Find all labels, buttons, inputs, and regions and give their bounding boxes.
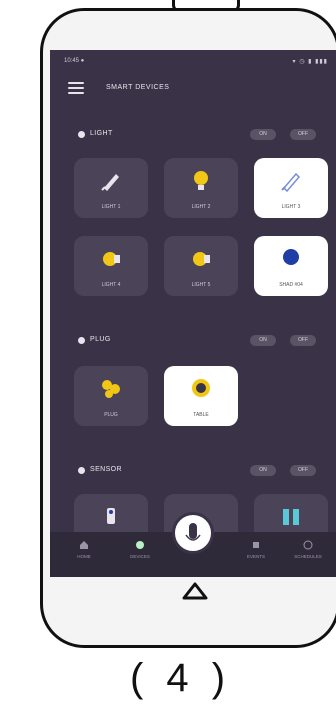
microphone-icon	[185, 523, 201, 541]
light-tile-5[interactable]: LIGHT 5	[164, 236, 238, 296]
nav-label: HOME	[77, 554, 91, 559]
light-tile-3[interactable]: LIGHT 3	[254, 158, 328, 218]
devices-icon	[136, 541, 144, 549]
tile-label: PLUG	[104, 412, 118, 418]
spotlight-icon	[193, 252, 210, 266]
spotlight-icon	[103, 252, 120, 266]
tile-label: LIGHT 5	[191, 282, 211, 288]
bulb-icon	[194, 171, 208, 190]
tile-label: LIGHT 3	[281, 204, 301, 210]
status-time: 10:45 ●	[64, 58, 85, 64]
section-label-plug: PLUG	[90, 336, 111, 343]
sensor-off-button[interactable]: OFF	[290, 465, 316, 476]
light-on-button[interactable]: ON	[250, 129, 276, 140]
tile-label: LIGHT 1	[101, 204, 121, 210]
section-header-light: LIGHT ON OFF	[50, 126, 336, 144]
lamp-icon	[281, 172, 301, 193]
nav-devices[interactable]: DEVICES	[120, 540, 160, 570]
tile-label: TABLE	[193, 412, 209, 418]
plug-off-button[interactable]: OFF	[290, 335, 316, 346]
section-header-sensor: SENSOR ON OFF	[50, 462, 336, 480]
section-header-plug: PLUG ON OFF	[50, 332, 336, 350]
schedule-icon	[303, 540, 313, 550]
light-section-icon	[78, 131, 85, 138]
status-bar: 10:45 ● ▾ ◷ ▮ ▮▮▮	[50, 50, 336, 72]
light-off-button[interactable]: OFF	[290, 129, 316, 140]
nav-events[interactable]: EVENTS	[236, 540, 276, 570]
home-triangle-button[interactable]	[180, 578, 210, 604]
app-title: SMART DEVICES	[106, 84, 170, 91]
light-tile-4[interactable]: LIGHT 4	[74, 236, 148, 296]
plug-on-button[interactable]: ON	[250, 335, 276, 346]
app-header: SMART DEVICES	[50, 74, 336, 104]
nav-schedules[interactable]: SCHEDULES	[288, 540, 328, 570]
tile-label: LIGHT 2	[191, 204, 211, 210]
section-label-light: LIGHT	[90, 130, 113, 137]
phone-screen: 10:45 ● ▾ ◷ ▮ ▮▮▮ SMART DEVICES LIGHT ON…	[50, 50, 336, 577]
nav-label: SCHEDULES	[294, 554, 322, 559]
light-tile-1[interactable]: LIGHT 1	[74, 158, 148, 218]
shade-tile[interactable]: SHAD #04	[254, 236, 328, 296]
plug-section-icon	[78, 337, 85, 344]
home-icon	[80, 541, 88, 549]
sensor-section-icon	[78, 467, 85, 474]
nav-label: DEVICES	[130, 554, 150, 559]
lamp-icon	[101, 174, 119, 191]
status-icons: ▾ ◷ ▮ ▮▮▮	[292, 59, 328, 65]
nav-home[interactable]: HOME	[64, 540, 104, 570]
bottom-nav: HOME DEVICES EVENTS SCHEDULES	[50, 512, 336, 577]
light-tile-2[interactable]: LIGHT 2	[164, 158, 238, 218]
plug-tile-table[interactable]: TABLE	[164, 366, 238, 426]
shade-icon	[283, 249, 299, 265]
menu-icon[interactable]	[68, 82, 84, 94]
tile-label: LIGHT 4	[101, 282, 121, 288]
door-sensor-icon	[283, 509, 299, 525]
motion-sensor-icon	[107, 508, 115, 524]
voice-button[interactable]	[172, 512, 214, 554]
table-plug-icon	[192, 379, 210, 397]
events-icon	[253, 542, 259, 548]
figure-caption: ( 4 )	[130, 656, 232, 700]
tile-label: SHAD #04	[279, 282, 303, 288]
section-label-sensor: SENSOR	[90, 466, 122, 473]
plug-tile-1[interactable]: PLUG	[74, 366, 148, 426]
nav-label: EVENTS	[246, 554, 265, 559]
sensor-on-button[interactable]: ON	[250, 465, 276, 476]
plug-icon	[102, 380, 120, 398]
